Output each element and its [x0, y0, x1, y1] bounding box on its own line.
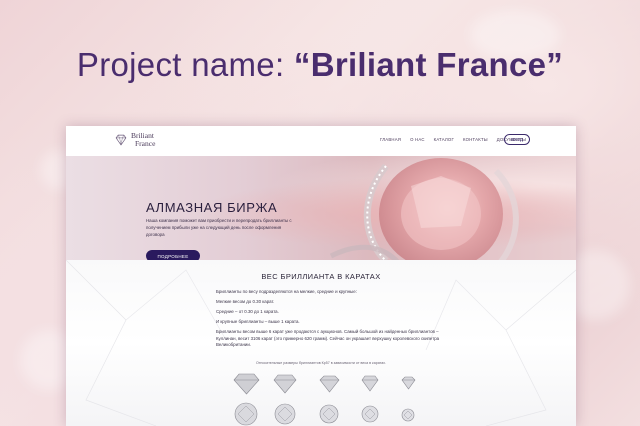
diamond-top-icon — [234, 402, 258, 426]
menu-item-about[interactable]: О НАС — [410, 137, 425, 142]
logo-line-2: France — [135, 139, 156, 148]
diamond-side-icon — [401, 376, 416, 390]
menu-item-catalog[interactable]: КАТАЛОГ — [434, 137, 454, 142]
paragraph: И крупные бриллианты – выше 1 карата. — [216, 319, 300, 324]
diamond-side-icon — [233, 373, 260, 395]
diamond-top-icon — [274, 403, 296, 425]
project-label: Project name: — [76, 46, 294, 83]
site-logo[interactable]: Briliant France — [114, 132, 155, 148]
diamond-size-caption: Относительные размеры бриллиантов Кр57 в… — [255, 361, 387, 365]
project-name: “Briliant France” — [293, 46, 564, 83]
paragraph: Мелкие весом до 0.30 карат. — [216, 299, 275, 304]
diamond-top-icon — [401, 408, 415, 422]
diamond-side-icon — [273, 374, 297, 394]
diamond-logo-icon — [115, 134, 127, 146]
paragraph: Бриллианты по весу подразделяются на мел… — [216, 289, 357, 294]
diamond-side-icon — [361, 375, 379, 392]
diamond-top-view-row — [234, 402, 415, 426]
diamond-top-icon — [319, 404, 339, 424]
diamond-side-icon — [319, 375, 340, 393]
menu-item-home[interactable]: ГЛАВНАЯ — [380, 137, 401, 142]
pink-diamond-ring-image — [329, 158, 519, 260]
more-button[interactable]: ПОДРОБНЕЕ — [146, 250, 200, 260]
login-button[interactable]: ВХОД — [504, 134, 530, 145]
paragraph: Средние – от 0.30 до 1 карата. — [216, 309, 279, 314]
diamond-side-view-row — [233, 373, 416, 395]
carat-weight-section: ВЕС БРИЛЛИАНТА В КАРАТАХ Бриллианты по в… — [66, 260, 576, 426]
hero-banner: АЛМАЗНАЯ БИРЖА Наша компания поможет вам… — [66, 156, 576, 260]
section-title: ВЕС БРИЛЛИАНТА В КАРАТАХ — [261, 272, 381, 281]
hero-description: Наша компания поможет вам приобрести и п… — [146, 218, 292, 237]
paragraph: Бриллианты весом выше 6 карат уже продаю… — [216, 329, 440, 347]
diamond-top-icon — [361, 405, 379, 423]
hero-title: АЛМАЗНАЯ БИРЖА — [146, 200, 278, 215]
site-navbar: Briliant France ГЛАВНАЯ О НАС КАТАЛОГ КО… — [66, 126, 576, 156]
menu-item-contacts[interactable]: КОНТАКТЫ — [463, 137, 488, 142]
project-headline: Project name: “Briliant France” — [0, 46, 640, 84]
website-mockup: Briliant France ГЛАВНАЯ О НАС КАТАЛОГ КО… — [66, 126, 576, 426]
